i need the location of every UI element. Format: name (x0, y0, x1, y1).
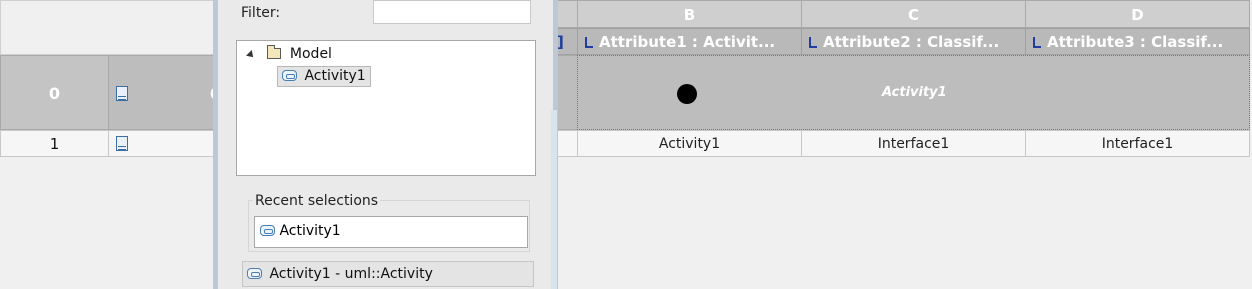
cell-row1-b[interactable]: Activity1 (577, 130, 802, 157)
package-icon (267, 45, 282, 59)
row-header-1[interactable]: 1 (0, 130, 109, 157)
cell-row1-d[interactable]: Interface1 (1025, 130, 1250, 157)
activity-icon (247, 268, 262, 279)
attribute-label: Attribute2 : Classif... (823, 33, 1000, 51)
filter-input[interactable] (373, 0, 531, 24)
column-letter: B (683, 6, 696, 24)
status-line: Activity1 - uml::Activity (247, 266, 433, 282)
row-header-0[interactable]: 0 (0, 55, 109, 130)
initial-node-icon (677, 84, 697, 104)
expand-triangle-icon[interactable] (246, 50, 256, 60)
column-header-d[interactable]: D (1025, 0, 1250, 28)
cell-text: Activity1 (658, 136, 721, 152)
recent-item-label: Activity1 (279, 223, 341, 239)
attribute-corner-icon (585, 37, 593, 48)
row-0-partial-cell (556, 55, 578, 130)
row-1-icon-cell[interactable] (108, 130, 218, 157)
tree-node-label: Activity1 (304, 68, 366, 84)
row-index: 0 (48, 84, 61, 103)
attribute-corner-icon (1033, 37, 1041, 48)
tree-node-activity[interactable]: Activity1 (277, 66, 371, 87)
tree-node-model[interactable]: Model (246, 45, 332, 62)
selection-status-bar: Activity1 - uml::Activity (242, 261, 534, 287)
recent-item[interactable]: Activity1 (260, 223, 341, 239)
column-letter: D (1131, 6, 1144, 24)
column-letter: C (907, 6, 919, 24)
activity-icon (282, 70, 297, 81)
document-icon (116, 136, 128, 151)
cell-text: Interface1 (877, 136, 950, 152)
attribute-header-partial: ] (556, 28, 578, 55)
dialog-scrollbar[interactable] (551, 110, 557, 289)
recent-selections-title: Recent selections (253, 193, 381, 209)
column-header-partial (556, 0, 578, 28)
attribute-label: Attribute1 : Activit... (599, 33, 776, 51)
table-grid: B C D ] Attribute1 : Activit... Attribut… (0, 0, 1252, 289)
filter-label: Filter: (241, 5, 281, 21)
attribute-header-d[interactable]: Attribute3 : Classif... (1025, 28, 1250, 55)
cell-text: Interface1 (1101, 136, 1174, 152)
table-corner (0, 0, 215, 55)
activity-icon (260, 225, 275, 236)
column-header-b[interactable]: B (577, 0, 802, 28)
attribute-corner-icon (809, 37, 817, 48)
model-tree[interactable]: Model Activity1 (236, 40, 536, 176)
column-header-c[interactable]: C (801, 0, 1026, 28)
tree-node-label: Model (289, 46, 332, 62)
attribute-label: Attribute3 : Classif... (1047, 33, 1224, 51)
attribute-header-c[interactable]: Attribute2 : Classif... (801, 28, 1026, 55)
cell-row0-c: Activity1 (882, 85, 947, 100)
recent-selections-list[interactable]: Activity1 (254, 216, 528, 248)
row-0-selection[interactable]: Activity1 (577, 55, 1250, 130)
row-1-partial-cell (556, 130, 578, 157)
attribute-header-b[interactable]: Attribute1 : Activit... (577, 28, 802, 55)
document-icon (116, 86, 128, 101)
row-index: 1 (49, 135, 60, 153)
selection-dialog: Filter: Model Activity1 Recent selection… (213, 0, 558, 289)
cell-row1-c[interactable]: Interface1 (801, 130, 1026, 157)
row-0-icon-cell[interactable]: 0 (108, 55, 220, 130)
status-text: Activity1 - uml::Activity (269, 266, 433, 282)
